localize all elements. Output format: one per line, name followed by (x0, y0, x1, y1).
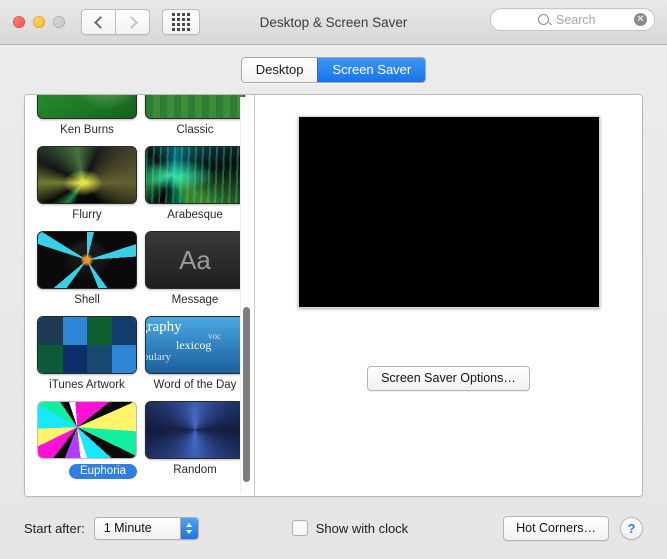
preferences-window: Desktop & Screen Saver Search ✕ Desktop … (0, 0, 667, 559)
help-button[interactable]: ? (620, 516, 643, 540)
chevron-right-icon (124, 15, 138, 29)
start-after-popup[interactable]: 1 Minute (93, 516, 199, 540)
tab-bar: Desktop Screen Saver (0, 45, 667, 94)
show-with-clock-row[interactable]: Show with clock (291, 520, 409, 536)
list-scrollbar[interactable] (240, 97, 252, 494)
message-glyph: Aa (179, 244, 211, 275)
content-panes: Ken Burns Classic Flurry Arabesque Shell Aa Me… (24, 94, 643, 497)
window-controls (13, 16, 65, 28)
screensaver-thumbnail[interactable] (37, 95, 137, 119)
tab-desktop[interactable]: Desktop (241, 58, 318, 82)
screensaver-name: Arabesque (167, 209, 223, 221)
tab-screen-saver[interactable]: Screen Saver (317, 58, 426, 82)
start-after-stepper[interactable] (179, 517, 198, 539)
search-placeholder: Search (556, 12, 596, 27)
screensaver-item[interactable]: Arabesque (145, 146, 245, 221)
wotd-word: abulary (146, 351, 171, 363)
screensaver-item[interactable]: graphyvoclexicogabularyWord of the Day (145, 316, 245, 391)
screensaver-item[interactable]: Euphoria (34, 398, 140, 479)
screensaver-item[interactable]: Random (145, 401, 245, 479)
back-button[interactable] (81, 9, 115, 35)
album-tile (87, 317, 112, 345)
screensaver-name: Classic (176, 124, 214, 136)
album-tile (38, 317, 63, 345)
screensaver-thumbnail[interactable] (37, 316, 137, 374)
screensaver-name: Message (171, 294, 219, 306)
screen-saver-options-button[interactable]: Screen Saver Options… (367, 366, 530, 391)
screensaver-item[interactable]: Aa Message (145, 231, 245, 306)
screensaver-name: iTunes Artwork (49, 379, 125, 391)
start-after-label: Start after: (24, 520, 85, 536)
screensaver-thumbnail[interactable]: graphyvoclexicogabulary (145, 316, 245, 374)
screensaver-grid: Ken Burns Classic Flurry Arabesque Shell Aa Me… (25, 95, 254, 487)
screensaver-preview[interactable] (297, 116, 600, 308)
minimize-button[interactable] (33, 16, 45, 28)
bottom-bar: Start after: 1 Minute Show with clock Ho… (0, 497, 667, 559)
show-with-clock-checkbox[interactable] (291, 520, 308, 536)
screensaver-name: Flurry (72, 209, 102, 221)
stepper-down-icon[interactable] (186, 529, 193, 534)
screensaver-name: Shell (74, 294, 100, 306)
chevron-left-icon (93, 15, 107, 29)
screensaver-thumbnail[interactable] (145, 146, 245, 204)
scrollbar-thumb[interactable] (243, 307, 250, 482)
screensaver-item[interactable]: iTunes Artwork (37, 316, 137, 391)
album-tile (62, 317, 87, 345)
stepper-up-icon[interactable] (186, 522, 193, 527)
album-tile (38, 345, 63, 373)
clear-search-icon[interactable]: ✕ (634, 13, 647, 26)
forward-button[interactable] (115, 9, 150, 35)
navigation-buttons (81, 9, 150, 35)
screensaver-thumbnail[interactable]: Aa (145, 231, 245, 289)
titlebar: Desktop & Screen Saver Search ✕ (0, 0, 667, 45)
bottom-right-group: Hot Corners… ? (503, 515, 643, 541)
screensaver-item[interactable]: Flurry (37, 146, 137, 221)
screensaver-thumbnail[interactable] (37, 231, 137, 289)
screensaver-name: Random (173, 464, 217, 476)
search-field[interactable]: Search ✕ (490, 8, 655, 31)
screensaver-item[interactable]: Ken Burns (37, 95, 137, 136)
grid-dots-icon (172, 13, 190, 31)
hot-corners-button[interactable]: Hot Corners… (503, 515, 609, 541)
screensaver-name: Euphoria (68, 464, 137, 479)
screensaver-name: Ken Burns (60, 124, 114, 136)
start-after-control: Start after: 1 Minute (24, 516, 199, 540)
search-icon (538, 14, 549, 25)
album-tile (111, 345, 136, 373)
album-tile (62, 345, 87, 373)
zoom-button[interactable] (53, 16, 65, 28)
start-after-value: 1 Minute (103, 521, 152, 535)
screensaver-list[interactable]: Ken Burns Classic Flurry Arabesque Shell Aa Me… (25, 95, 255, 496)
album-tile (111, 317, 136, 345)
screensaver-name: Word of the Day (153, 379, 237, 391)
screensaver-thumbnail[interactable] (145, 95, 245, 119)
show-all-button[interactable] (162, 9, 200, 35)
screensaver-thumbnail[interactable] (37, 146, 137, 204)
wotd-word: graphy (146, 319, 182, 335)
screensaver-thumbnail[interactable] (34, 398, 140, 462)
screensaver-thumbnail[interactable] (145, 401, 245, 459)
screensaver-item[interactable]: Shell (37, 231, 137, 306)
show-with-clock-label: Show with clock (315, 520, 409, 536)
wotd-word: lexicog (176, 338, 212, 352)
euphoria-preview-art (298, 117, 599, 307)
album-tile (87, 345, 112, 373)
screensaver-item[interactable]: Classic (145, 95, 245, 136)
preview-pane: Screen Saver Options… (255, 95, 642, 496)
close-button[interactable] (13, 16, 25, 28)
